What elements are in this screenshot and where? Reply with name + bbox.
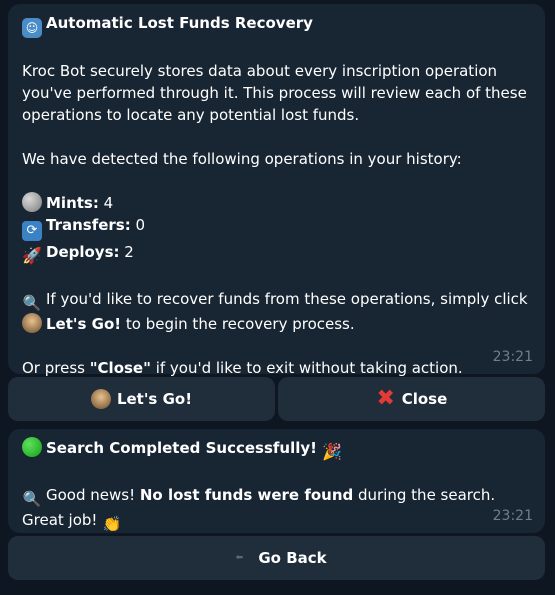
green-circle-icon [22, 437, 42, 457]
recovery-intro: Kroc Bot securely stores data about ever… [22, 62, 527, 124]
message-time: 23:21 [492, 508, 533, 524]
chat-area: ☺ Automatic Lost Funds Recovery Kroc Bot … [0, 0, 555, 595]
detected-text: We have detected the following operation… [22, 150, 462, 168]
stat-transfers: ⟳ Transfers: 0 [22, 214, 531, 241]
close-instructions: Or press "Close" if you'd like to exit w… [22, 359, 463, 377]
search-result-message: Search Completed Successfully! 🎉 🔍 Good n… [8, 429, 545, 533]
cycle-arrows-icon: ⟳ [22, 221, 42, 241]
stat-mints: Mints: 4 [22, 192, 531, 214]
lets-go-button[interactable]: Let's Go! [8, 377, 275, 421]
search-result-text: 🔍 Good news! No lost funds were found dur… [22, 486, 496, 533]
search-title: Search Completed Successfully! [46, 439, 317, 457]
go-back-button[interactable]: ⬅ Go Back [8, 536, 545, 580]
stat-deploys: 🚀 Deploys: 2 [22, 243, 134, 265]
inline-keyboard-1: Let's Go! ✖ Close [8, 377, 545, 421]
clapping-hands-icon: 👏 [102, 515, 122, 533]
search-title-line: Search Completed Successfully! 🎉 [22, 437, 531, 462]
message-time: 23:21 [492, 349, 533, 365]
recovery-title-line: ☺ Automatic Lost Funds Recovery [22, 12, 531, 38]
recover-instructions: 🔍 If you'd like to recover funds from the… [22, 290, 528, 333]
back-arrow-icon: ⬅ [235, 553, 244, 563]
recovery-title: Automatic Lost Funds Recovery [46, 14, 313, 32]
magnifier-icon: 🔍 [22, 490, 42, 508]
recovery-message: ☺ Automatic Lost Funds Recovery Kroc Bot … [8, 4, 545, 377]
close-button[interactable]: ✖ Close [278, 377, 545, 421]
cross-mark-icon: ✖ [376, 386, 395, 411]
rocket-icon: 🚀 [22, 246, 42, 265]
robot-icon: ☺ [22, 18, 42, 38]
coin-icon [22, 192, 42, 212]
detective-icon [22, 313, 42, 333]
party-popper-icon: 🎉 [322, 442, 343, 461]
detective-icon [90, 389, 111, 409]
magnifier-icon: 🔍 [22, 294, 42, 312]
inline-keyboard-2: ⬅ Go Back [8, 536, 545, 580]
